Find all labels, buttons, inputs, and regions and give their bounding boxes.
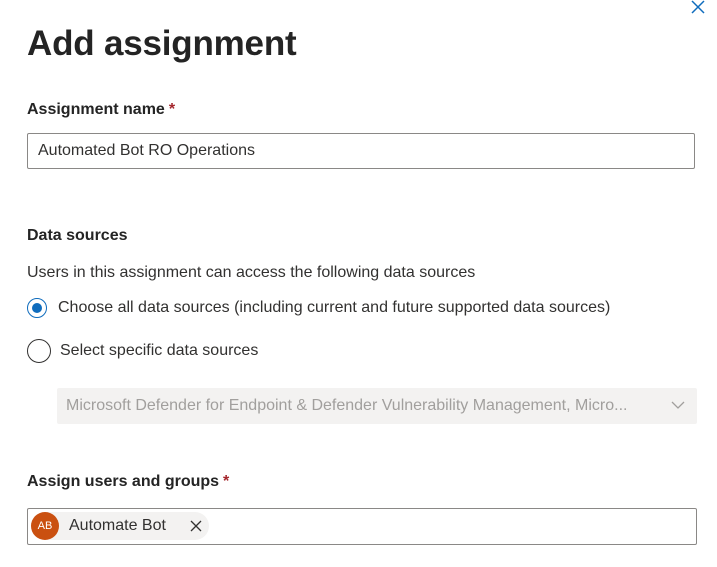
data-sources-dropdown: Microsoft Defender for Endpoint & Defend… xyxy=(57,388,697,424)
data-sources-dropdown-value: Microsoft Defender for Endpoint & Defend… xyxy=(66,397,628,414)
people-picker-input[interactable]: AB Automate Bot xyxy=(27,508,697,545)
radio-all-data-sources-label: Choose all data sources (including curre… xyxy=(58,299,611,316)
required-marker: * xyxy=(168,101,176,118)
assignment-name-label-text: Assignment name xyxy=(27,101,165,118)
radio-button-unchecked[interactable] xyxy=(27,339,51,363)
required-marker: * xyxy=(223,473,230,490)
close-icon xyxy=(691,0,705,14)
radio-button-checked[interactable] xyxy=(27,298,47,318)
data-sources-label: Data sources xyxy=(27,227,128,244)
radio-specific-data-sources-label: Select specific data sources xyxy=(60,342,259,359)
user-chip-name: Automate Bot xyxy=(69,517,166,534)
page-title: Add assignment xyxy=(27,24,297,63)
avatar: AB xyxy=(31,512,59,540)
assignment-name-input[interactable]: Automated Bot RO Operations xyxy=(27,133,695,169)
assign-users-label-text: Assign users and groups xyxy=(27,473,220,490)
user-chip[interactable]: AB Automate Bot xyxy=(31,512,209,540)
data-sources-description: Users in this assignment can access the … xyxy=(27,264,476,281)
radio-all-data-sources[interactable]: Choose all data sources (including curre… xyxy=(27,298,610,318)
assign-users-label: Assign users and groups * xyxy=(27,473,229,491)
radio-specific-data-sources[interactable]: Select specific data sources xyxy=(27,339,258,363)
assignment-name-value: Automated Bot RO Operations xyxy=(38,142,255,159)
chevron-down-icon xyxy=(671,401,685,409)
close-button[interactable] xyxy=(688,0,708,16)
assignment-name-label: Assignment name * xyxy=(27,101,175,119)
remove-user-icon[interactable] xyxy=(189,519,203,533)
